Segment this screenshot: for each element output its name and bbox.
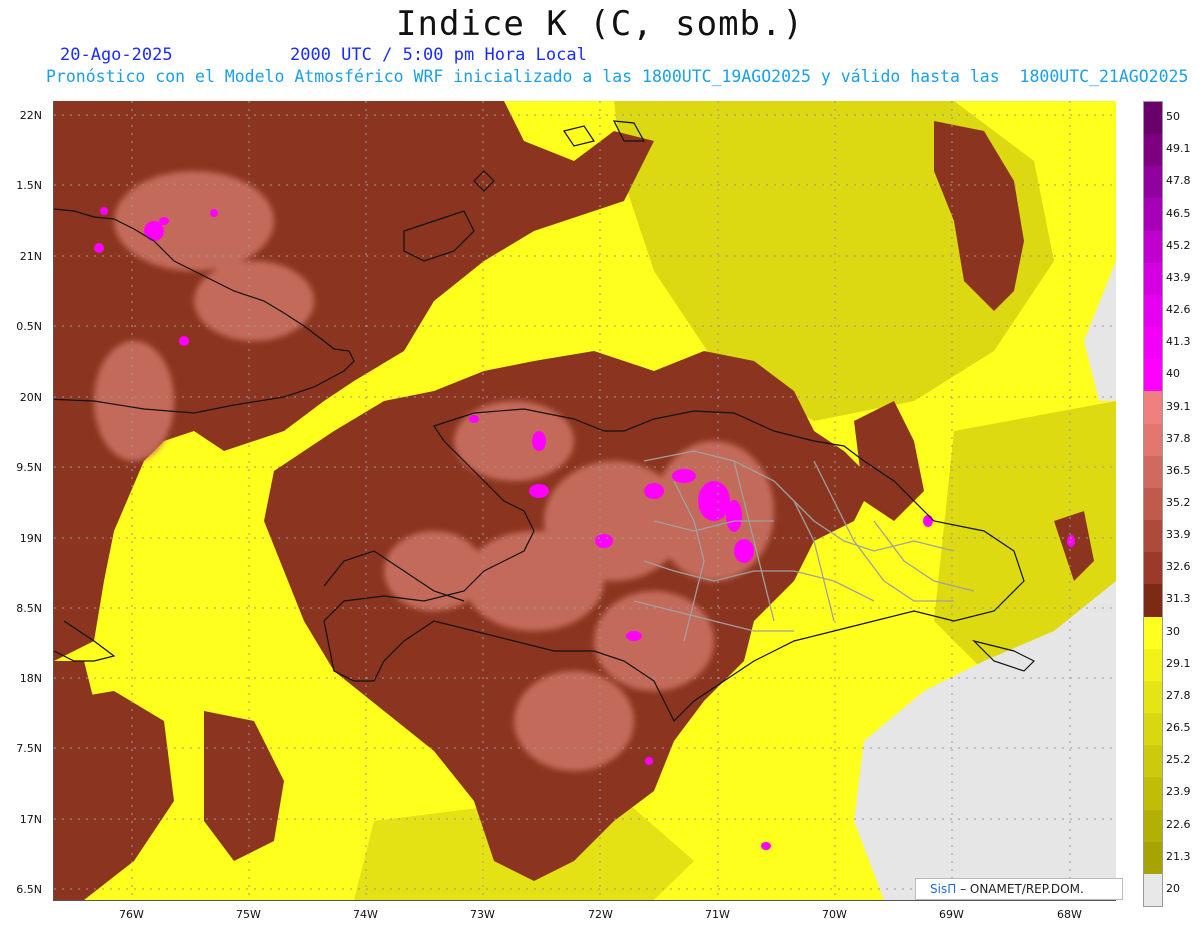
legend-swatch [1144,809,1162,843]
lat-label: 20N [19,391,42,404]
legend-value: 36.5 [1166,463,1191,477]
lon-label: 71W [705,908,730,921]
legend-value: 40 [1166,367,1180,381]
legend-value: 50 [1166,110,1180,124]
lon-label: 69W [939,908,964,921]
legend-value: 49.1 [1166,142,1191,156]
legend-swatch [1144,327,1162,360]
lat-label: 7.5N [16,742,42,755]
lat-label: 21N [19,250,42,263]
legend-value: 32.6 [1166,560,1191,574]
legend-value: 29.1 [1166,656,1191,670]
lat-label: 6.5N [16,883,42,896]
lat-label: 1.5N [16,179,42,192]
lon-label: 68W [1057,908,1082,921]
legend-value: 46.5 [1166,206,1191,220]
legend-swatch [1144,134,1162,167]
legend-value: 37.8 [1166,431,1191,445]
legend-swatch [1144,841,1162,875]
legend-swatch [1144,713,1162,746]
lon-label: 74W [353,908,378,921]
legend-value: 20 [1166,881,1180,895]
legend-swatch [1144,873,1162,907]
legend-swatch [1144,552,1162,585]
valid-time: 2000 UTC / 5:00 pm Hora Local [290,45,587,65]
legend-value: 21.3 [1166,849,1191,863]
legend-swatch [1144,680,1162,714]
legend-swatch [1144,777,1162,811]
credit-box: SisΠ – ONAMET/REP.DOM. [915,878,1123,900]
legend-value: 35.2 [1166,496,1191,509]
legend-value: 43.9 [1166,270,1191,284]
lat-label: 17N [19,813,42,826]
legend-swatch [1144,359,1162,392]
legend-swatch [1144,166,1162,199]
legend-swatch [1144,455,1162,489]
legend-swatch [1144,262,1162,296]
lat-label: 0.5N [16,320,42,333]
map-title: Indice K (C, somb.) [396,4,804,44]
legend-swatch [1144,294,1162,328]
legend-swatch [1144,745,1162,778]
legend-swatch [1144,520,1162,553]
legend-value: 27.8 [1166,688,1191,702]
legend-swatch [1144,198,1162,232]
lat-label: 8.5N [16,602,42,615]
forecast-date: 20-Ago-2025 [60,45,173,65]
legend-value: 31.3 [1166,592,1191,606]
credit-brand: SisΠ [930,882,957,896]
lon-label: 75W [236,908,261,921]
lat-label: 22N [19,109,42,122]
lon-label: 70W [822,908,847,921]
legend-value: 39.1 [1166,399,1191,413]
legend-swatch [1144,648,1162,682]
legend-value: 45.2 [1166,238,1191,252]
legend-value: 26.5 [1166,721,1191,735]
lat-label: 9.5N [16,461,42,474]
legend-swatch [1144,584,1162,618]
color-legend [1143,101,1163,907]
lon-label: 72W [588,908,613,921]
legend-swatch [1144,616,1162,650]
legend-value: 41.3 [1166,335,1191,349]
legend-value: 33.9 [1166,528,1191,542]
lon-label: 73W [470,908,495,921]
legend-swatch [1144,102,1162,135]
credit-text: – ONAMET/REP.DOM. [960,882,1084,896]
lat-label: 19N [19,532,42,545]
lon-label: 76W [119,908,144,921]
legend-value: 22.6 [1166,817,1191,831]
legend-value: 25.2 [1166,753,1191,767]
map-canvas [43,101,1116,900]
legend-value: 42.6 [1166,303,1191,317]
legend-swatch [1144,487,1162,521]
lat-label: 18N [19,672,42,685]
legend-swatch [1144,391,1162,425]
legend-value: 47.8 [1166,174,1191,188]
legend-value: 30 [1166,624,1180,638]
model-info: Pronóstico con el Modelo Atmosférico WRF… [46,67,1189,86]
k-index-map [43,101,1116,901]
legend-value: 23.9 [1166,785,1191,799]
legend-swatch [1144,423,1162,457]
legend-swatch [1144,230,1162,264]
